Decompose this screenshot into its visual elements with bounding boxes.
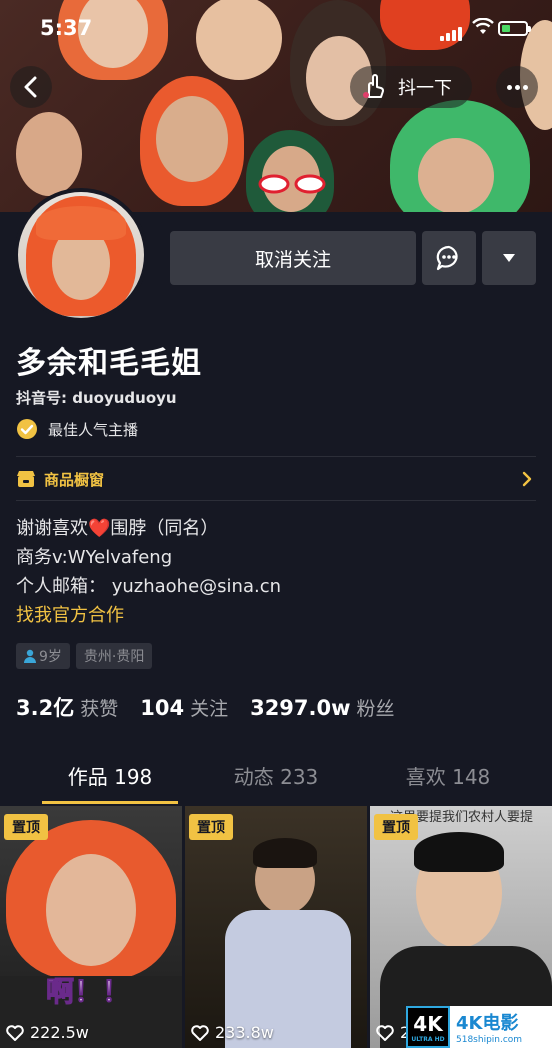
shop-window-row[interactable]: 商品橱窗 bbox=[16, 458, 536, 500]
more-actions-dropdown[interactable] bbox=[482, 231, 536, 285]
unfollow-button[interactable]: 取消关注 bbox=[170, 231, 416, 285]
more-options-button[interactable] bbox=[496, 66, 538, 108]
avatar[interactable] bbox=[14, 188, 148, 322]
watermark-logo: 4K ULTRA HD 4K电影 518shipin.com bbox=[406, 1006, 552, 1048]
chevron-left-icon bbox=[24, 76, 37, 98]
badge-label: 最佳人气主播 bbox=[48, 420, 139, 439]
video-thumbnail[interactable]: 置顶 233.8w bbox=[185, 806, 367, 1048]
video-caption: 啊！！ bbox=[45, 975, 131, 1009]
battery-icon bbox=[498, 21, 531, 36]
video-likes: 222.5w bbox=[6, 1023, 89, 1042]
profile-stats: 3.2亿 获赞 104 关注 3297.0w 粉丝 bbox=[16, 692, 417, 722]
signal-icon bbox=[440, 22, 464, 41]
banner-face-7-skin bbox=[418, 138, 494, 212]
heart-outline-icon bbox=[376, 1024, 394, 1041]
person-icon bbox=[24, 649, 36, 663]
more-dot-icon bbox=[522, 84, 528, 90]
cooperation-link[interactable]: 找我官方合作 bbox=[16, 601, 281, 630]
back-button[interactable] bbox=[10, 66, 52, 108]
watermark-4k-badge: 4K ULTRA HD bbox=[406, 1006, 450, 1048]
likes-count: 3.2亿 bbox=[16, 696, 75, 720]
heart-emoji-icon: ❤️ bbox=[88, 518, 111, 539]
verification-badge: 最佳人气主播 bbox=[16, 418, 138, 440]
bio-line-3: 个人邮箱： yuzhaohe@sina.cn bbox=[16, 576, 282, 597]
shake-label: 抖一下 bbox=[398, 78, 452, 99]
pinned-badge: 置顶 bbox=[374, 814, 418, 840]
tab-likes[interactable]: 喜欢 148 bbox=[356, 752, 540, 804]
video-thumbnail[interactable]: 置顶 啊！！ 222.5w bbox=[0, 806, 182, 1048]
status-bar: 5:37 bbox=[0, 0, 552, 56]
watermark-text: 4K电影 518shipin.com bbox=[450, 1006, 552, 1048]
profile-banner: 5:37 抖一下 bbox=[0, 0, 552, 212]
banner-face-4-skin bbox=[156, 96, 228, 182]
pinned-badge: 置顶 bbox=[4, 814, 48, 840]
status-time: 5:37 bbox=[40, 16, 93, 40]
profile-bio: 谢谢喜欢❤️围脖（同名） 商务v:WYelvafeng 个人邮箱： yuzhao… bbox=[16, 514, 281, 630]
tab-dynamics[interactable]: 动态 233 bbox=[184, 752, 368, 804]
verified-check-icon bbox=[17, 419, 37, 439]
more-dot-icon bbox=[506, 84, 512, 90]
heart-outline-icon bbox=[6, 1024, 24, 1041]
content-tabs: 作品 198 动态 233 喜欢 148 bbox=[0, 752, 552, 804]
profile-nickname: 多余和毛毛姐 bbox=[16, 346, 202, 381]
wifi-icon bbox=[472, 17, 494, 40]
likes-label: 获赞 bbox=[80, 698, 119, 720]
followers-count[interactable]: 3297.0w bbox=[250, 696, 350, 720]
avatar-image bbox=[18, 192, 144, 318]
chat-bubble-icon bbox=[436, 245, 458, 271]
banner-face-5 bbox=[16, 112, 82, 196]
sunglasses-icon bbox=[258, 174, 326, 194]
chevron-right-icon bbox=[522, 471, 532, 487]
location-tag: 贵州·贵阳 bbox=[75, 643, 153, 669]
followers-label[interactable]: 粉丝 bbox=[357, 694, 395, 721]
following-count[interactable]: 104 bbox=[140, 696, 184, 720]
divider bbox=[16, 500, 536, 501]
message-button[interactable] bbox=[422, 231, 476, 285]
shop-icon bbox=[17, 471, 35, 487]
profile-tags: 9岁 贵州·贵阳 bbox=[16, 643, 153, 669]
shop-window-label: 商品橱窗 bbox=[44, 470, 105, 489]
pinned-badge: 置顶 bbox=[189, 814, 233, 840]
tab-active-indicator bbox=[42, 801, 178, 804]
divider bbox=[16, 456, 536, 457]
heart-outline-icon bbox=[191, 1024, 209, 1041]
following-label[interactable]: 关注 bbox=[190, 694, 228, 721]
shake-hand-icon bbox=[363, 74, 384, 98]
bio-line-1: 谢谢喜欢❤️围脖（同名） bbox=[16, 518, 219, 539]
bio-line-2: 商务v:WYelvafeng bbox=[16, 547, 173, 568]
tab-works[interactable]: 作品 198 bbox=[18, 752, 202, 804]
age-tag: 9岁 bbox=[16, 643, 70, 669]
caret-down-icon bbox=[503, 254, 515, 262]
douyin-id: 抖音号: duoyuduoyu bbox=[16, 389, 177, 407]
shake-button[interactable]: 抖一下 bbox=[350, 66, 472, 108]
video-likes: 233.8w bbox=[191, 1023, 274, 1042]
more-dot-icon bbox=[514, 84, 520, 90]
